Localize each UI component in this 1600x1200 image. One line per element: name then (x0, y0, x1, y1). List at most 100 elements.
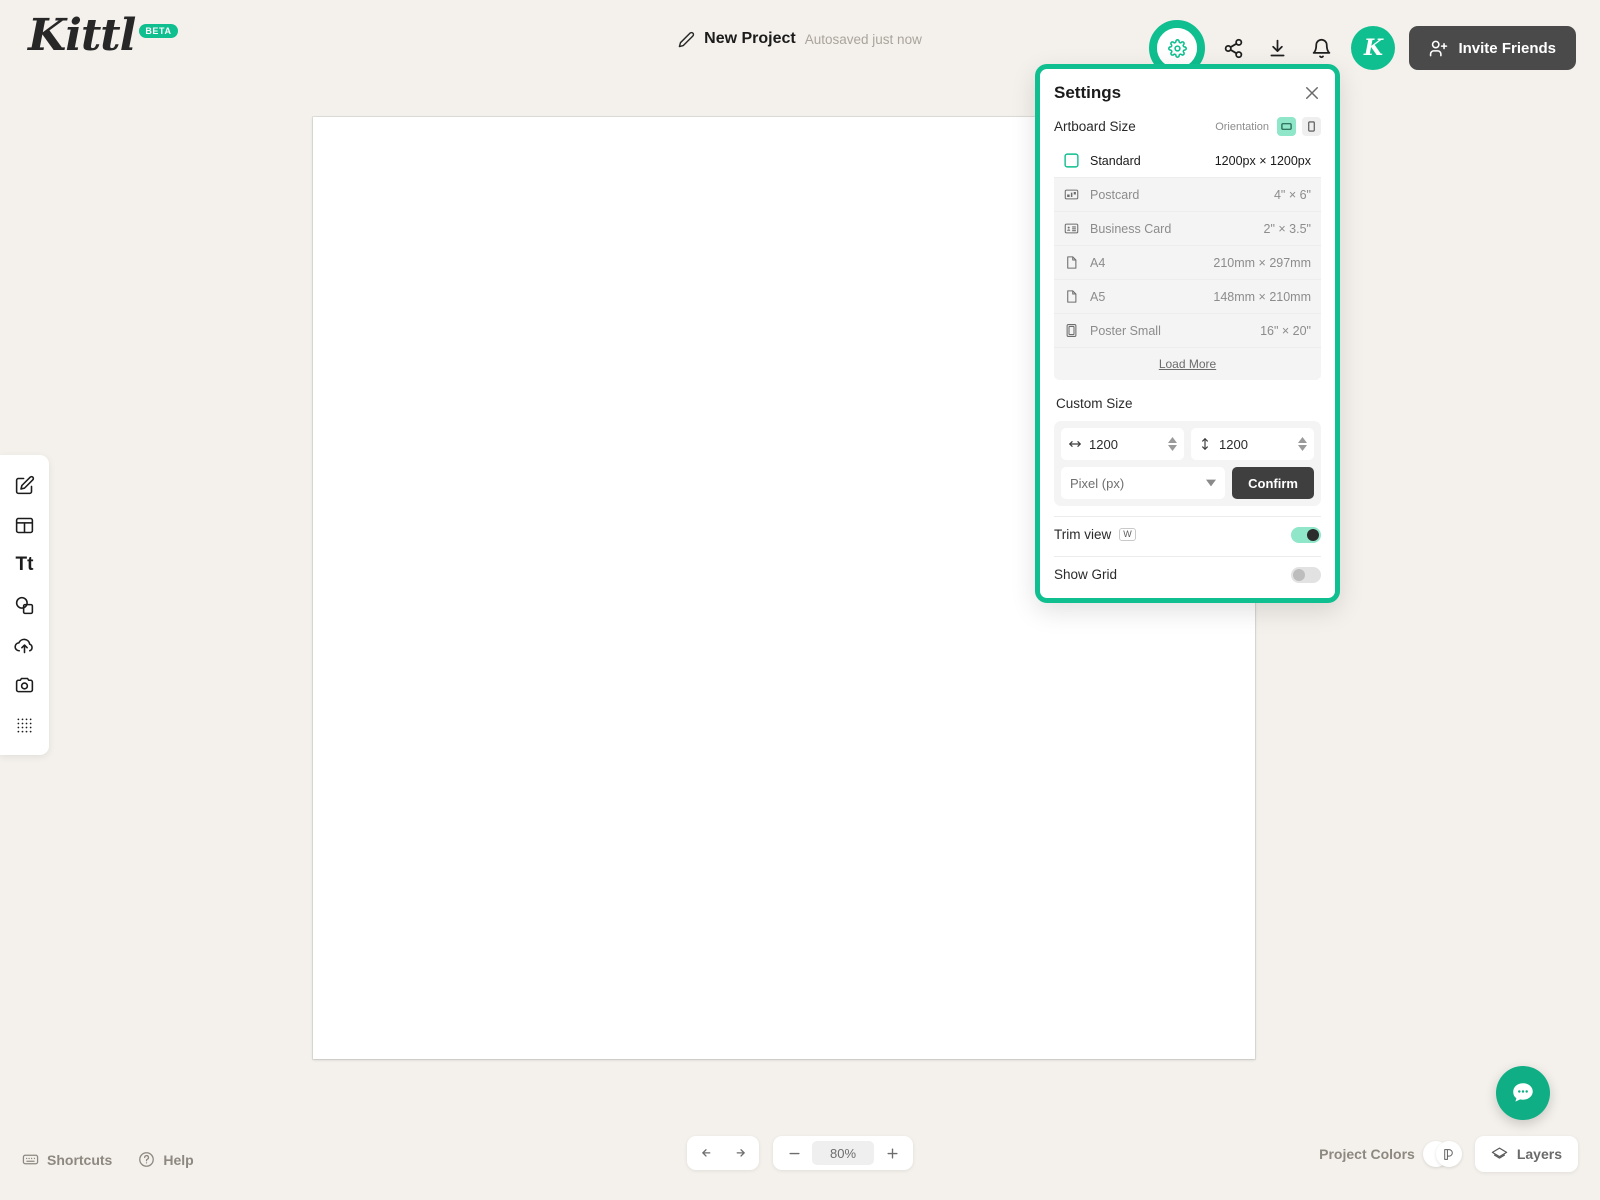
height-arrow-icon (1202, 438, 1208, 450)
postcard-icon (1064, 189, 1078, 200)
show-grid-label: Show Grid (1054, 567, 1118, 582)
business-card-icon (1064, 223, 1078, 234)
width-stepper[interactable] (1168, 437, 1177, 451)
height-value: 1200 (1219, 436, 1248, 452)
zoom-group: 80% (773, 1136, 913, 1170)
user-avatar[interactable]: K (1351, 26, 1396, 70)
sidebar-item-shapes[interactable] (0, 585, 49, 625)
gear-icon-circle (1157, 28, 1198, 68)
settings-title: Settings (1054, 83, 1122, 102)
top-header: Kittl BETA New Project Autosaved just no… (0, 0, 1600, 84)
page-icon-wrap (1058, 289, 1084, 304)
orientation-portrait-button[interactable] (1302, 117, 1321, 136)
templates-icon (15, 517, 34, 533)
sidebar-item-uploads[interactable] (0, 625, 49, 665)
square-icon (1063, 153, 1079, 168)
trim-view-row: Trim view W (1054, 516, 1321, 552)
upload-cloud-icon (14, 638, 33, 653)
chat-bubble-icon (1513, 1083, 1533, 1102)
chevron-up-icon (1168, 437, 1177, 443)
add-user-icon (1430, 40, 1448, 56)
toggle-knob (1307, 528, 1319, 541)
size-option-dim: 148mm × 210mm (1213, 289, 1311, 304)
postcard-icon-wrap (1058, 187, 1084, 202)
zoom-in-button[interactable] (877, 1138, 907, 1168)
page-icon (1066, 290, 1076, 303)
undo-icon (701, 1148, 710, 1157)
size-option-name: Postcard (1090, 187, 1140, 202)
size-option-postcard[interactable]: Postcard 4" × 6" (1054, 178, 1321, 212)
load-more-button[interactable]: Load More (1054, 348, 1321, 380)
logo-wordmark: Kittl (28, 10, 136, 61)
layers-button[interactable]: Layers (1474, 1136, 1578, 1172)
sidebar-item-photos[interactable] (0, 665, 49, 705)
size-option-name: A5 (1090, 289, 1106, 304)
sidebar-item-elements[interactable] (0, 705, 49, 745)
size-option-business-card[interactable]: Business Card 2" × 3.5" (1054, 212, 1321, 246)
help-button[interactable]: Help (138, 1151, 194, 1168)
project-colors-label: Project Colors (1319, 1146, 1415, 1162)
width-value: 1200 (1089, 436, 1118, 452)
plus-icon (886, 1147, 898, 1159)
kittl-logo[interactable]: Kittl BETA (28, 14, 178, 58)
gear-icon (1168, 38, 1187, 58)
unit-select[interactable]: Pixel (px) (1061, 467, 1226, 499)
show-grid-left: Show Grid (1054, 567, 1117, 582)
size-option-dim: 16" × 20" (1260, 323, 1311, 338)
size-option-name: A4 (1090, 255, 1106, 270)
undo-button[interactable] (693, 1138, 723, 1168)
toggle-knob (1293, 568, 1305, 581)
project-colors-swatches (1422, 1141, 1463, 1167)
chevron-down-icon (1206, 479, 1217, 487)
size-option-name: Business Card (1090, 221, 1172, 236)
height-input[interactable]: 1200 (1191, 428, 1314, 460)
size-option-a5[interactable]: A5 148mm × 210mm (1054, 280, 1321, 314)
text-tool-label: Tt (15, 554, 34, 575)
bell-icon (1312, 38, 1331, 58)
show-grid-toggle[interactable] (1291, 566, 1321, 583)
share-icon (1224, 38, 1243, 58)
sidebar-item-templates[interactable] (0, 505, 49, 545)
size-option-dim: 1200px × 1200px (1214, 153, 1311, 168)
project-colors-button[interactable]: Project Colors (1319, 1141, 1463, 1167)
sidebar-item-text[interactable]: Tt (0, 545, 49, 585)
redo-icon (736, 1148, 745, 1157)
confirm-label: Confirm (1248, 475, 1298, 491)
chat-support-button[interactable] (1496, 1066, 1550, 1120)
zoom-out-button[interactable] (779, 1138, 809, 1168)
orientation-label: Orientation (1215, 120, 1269, 133)
business-card-icon-wrap (1058, 221, 1084, 236)
elements-grid-icon (17, 718, 32, 732)
trim-view-label: Trim view (1054, 527, 1112, 542)
palette-icon (1444, 1148, 1454, 1160)
width-input[interactable]: 1200 (1061, 428, 1184, 460)
chevron-up-icon (1298, 437, 1307, 443)
unit-value: Pixel (px) (1070, 475, 1125, 491)
width-arrow-icon (1069, 441, 1081, 447)
custom-size-dimensions-row: 1200 1200 (1061, 428, 1314, 460)
chevron-down-icon (1298, 445, 1307, 451)
chevron-down-icon (1168, 445, 1177, 451)
beta-badge: BETA (139, 24, 178, 38)
page-icon-wrap (1058, 255, 1084, 270)
portrait-icon (1308, 121, 1315, 132)
redo-button[interactable] (723, 1138, 753, 1168)
size-option-a4[interactable]: A4 210mm × 297mm (1054, 246, 1321, 280)
size-option-poster-small[interactable]: Poster Small 16" × 20" (1054, 314, 1321, 348)
zoom-level-value[interactable]: 80% (812, 1141, 874, 1165)
artboard-size-label: Artboard Size (1054, 119, 1136, 134)
height-stepper[interactable] (1298, 437, 1307, 451)
orientation-landscape-button[interactable] (1277, 117, 1296, 136)
trim-view-toggle[interactable] (1291, 526, 1321, 543)
show-grid-row: Show Grid (1054, 556, 1321, 592)
shortcuts-label: Shortcuts (47, 1151, 113, 1168)
invite-friends-button[interactable]: Invite Friends (1409, 26, 1576, 70)
settings-panel: Settings Artboard Size Orientation Stand (1035, 64, 1340, 603)
close-icon[interactable] (1303, 84, 1321, 102)
sidebar-item-draw-edit[interactable] (0, 465, 49, 505)
confirm-button[interactable]: Confirm (1232, 467, 1314, 499)
trim-view-left: Trim view W (1054, 527, 1136, 542)
project-name[interactable]: New Project (704, 30, 796, 48)
shortcuts-button[interactable]: Shortcuts (22, 1151, 112, 1168)
size-option-standard[interactable]: Standard 1200px × 1200px (1054, 144, 1321, 178)
